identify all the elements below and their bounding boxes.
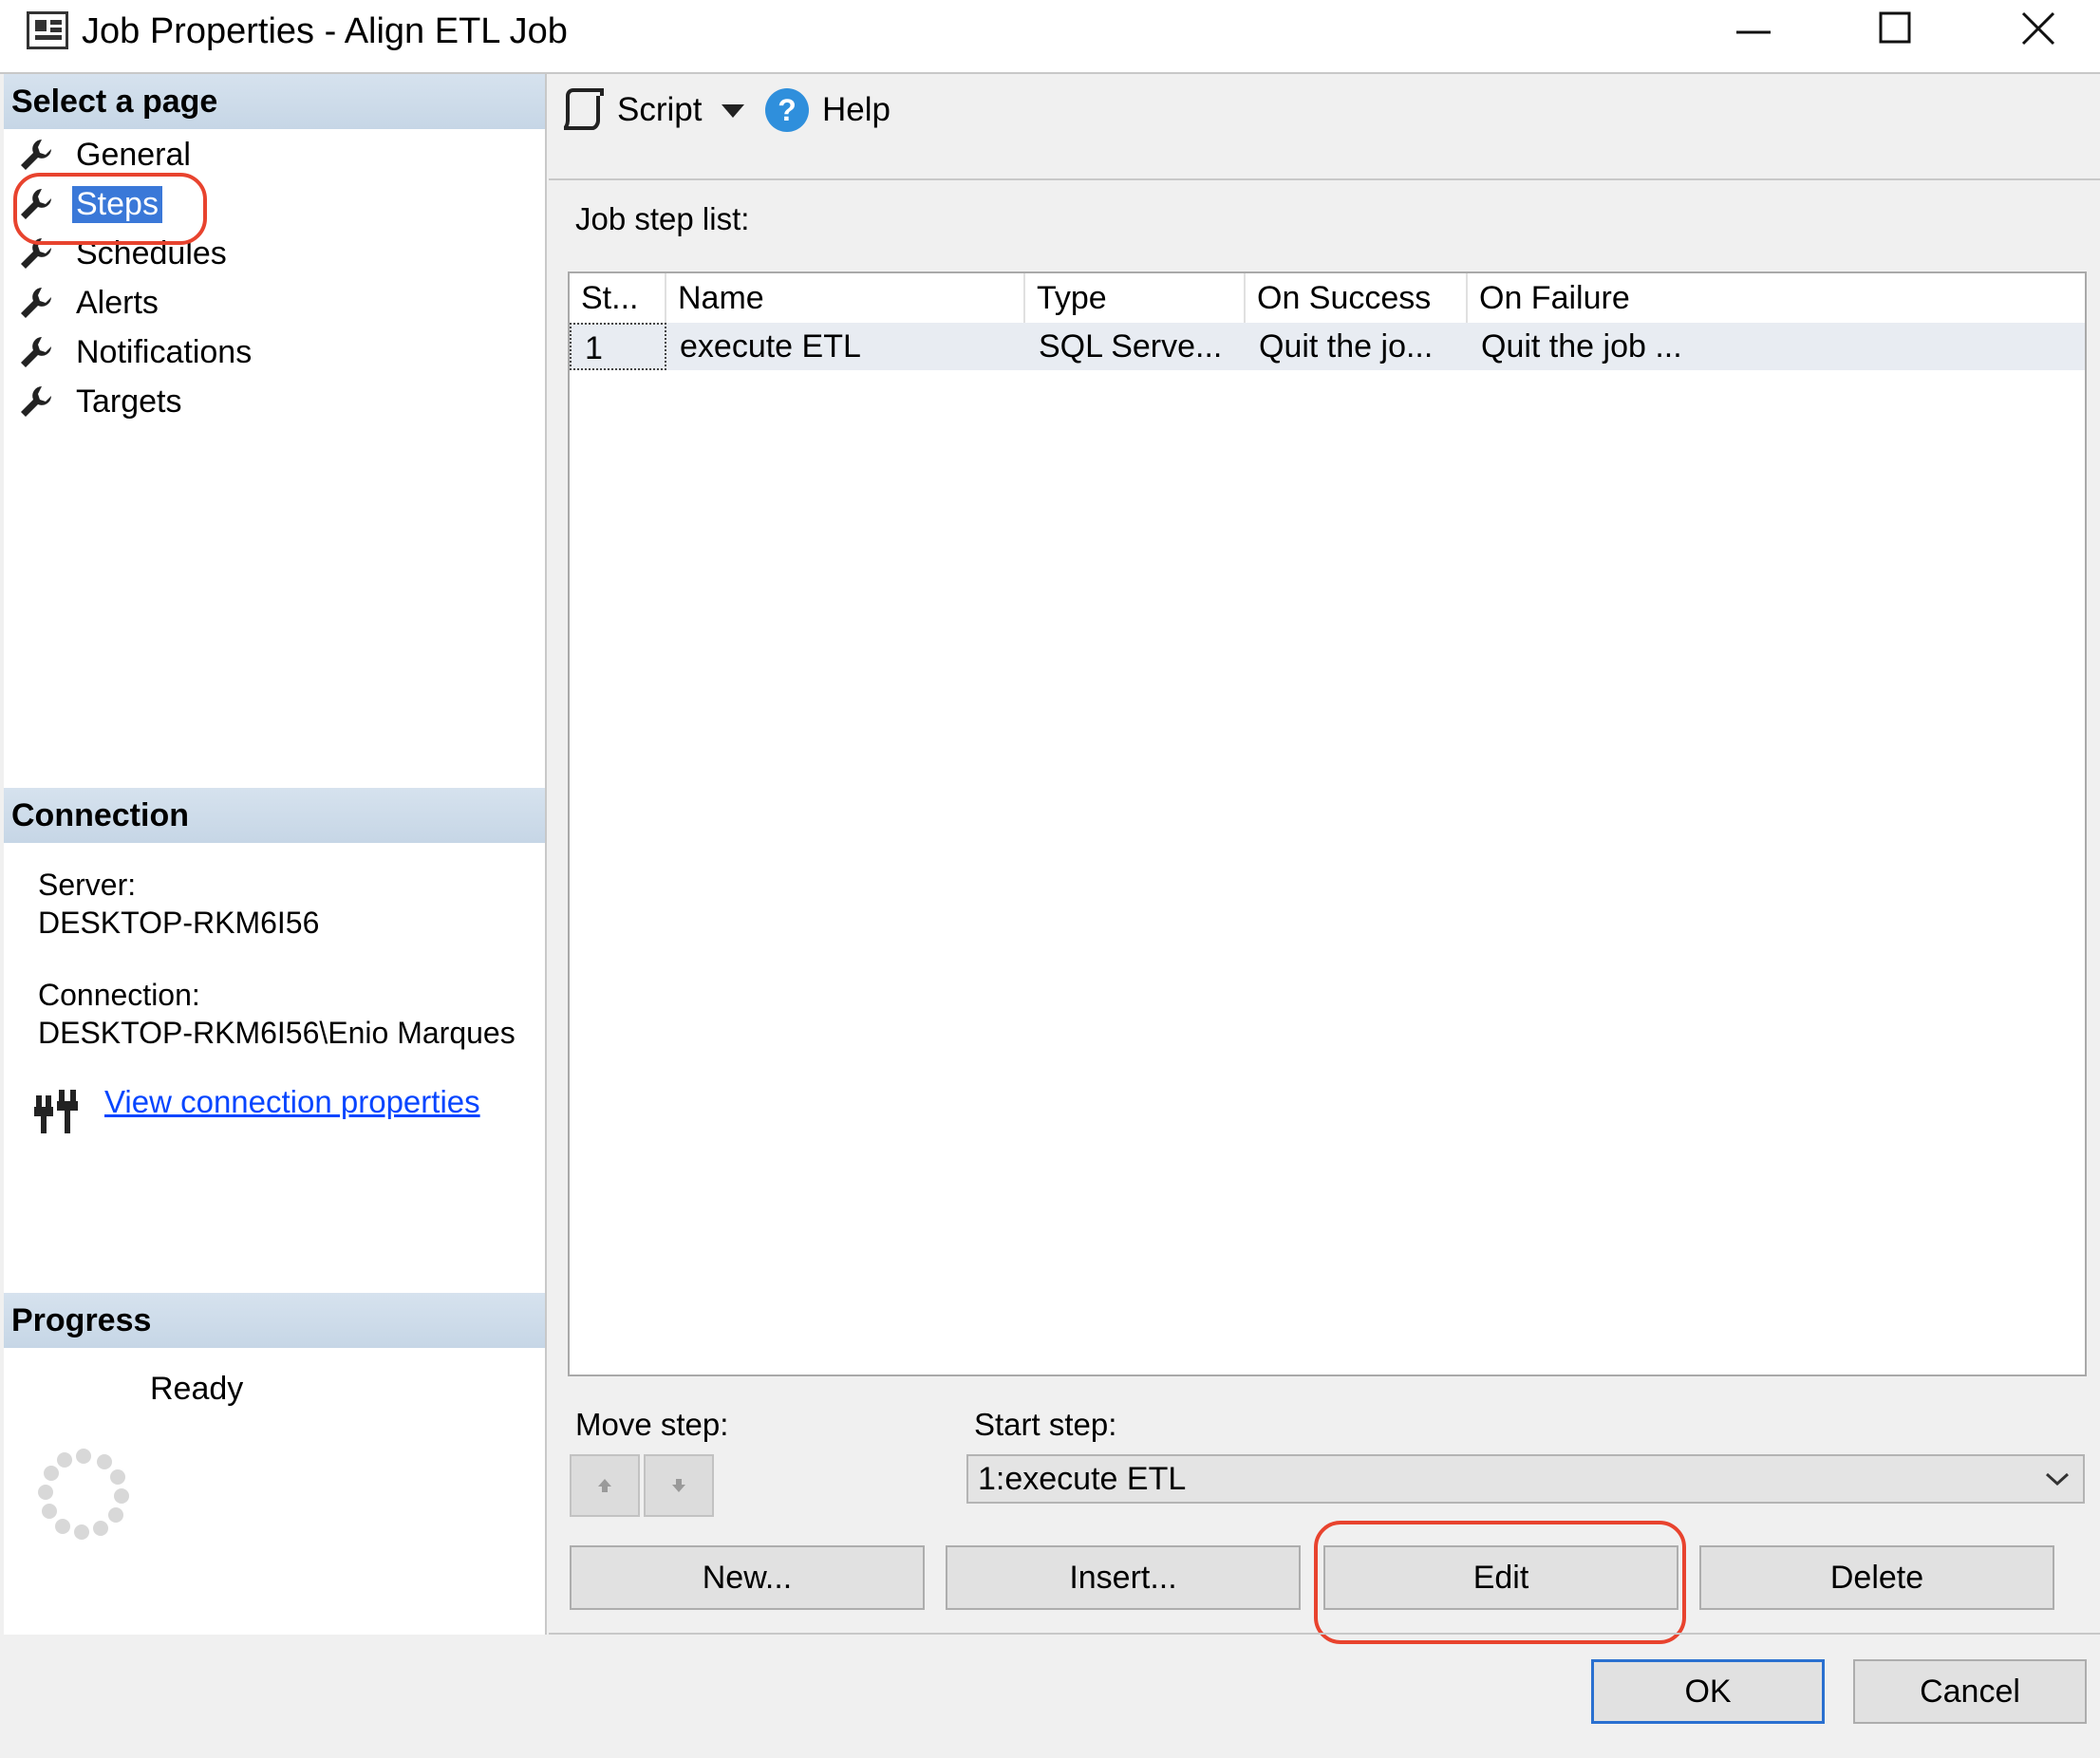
insert-step-button[interactable]: Insert... [946,1545,1301,1610]
cell-type: SQL Serve... [1039,328,1223,365]
cell-name: execute ETL [680,328,861,365]
chevron-down-icon [722,104,744,118]
window-icon [27,11,68,49]
move-step-label: Move step: [575,1407,729,1442]
column-header-type[interactable]: Type [1025,273,1246,323]
page-item-targets[interactable]: Targets [17,378,186,425]
script-label: Script [617,91,703,128]
progress-status: Ready [150,1371,244,1407]
title-bar: Job Properties - Align ETL Job [0,0,2100,74]
progress-header: Progress [4,1293,545,1348]
window-title: Job Properties - Align ETL Job [82,11,568,51]
page-item-label: Notifications [76,333,253,370]
cell-on-success: Quit the jo... [1259,328,1434,365]
column-header-on-failure[interactable]: On Failure [1468,273,1705,323]
maximize-button[interactable] [1825,0,1967,57]
cancel-button[interactable]: Cancel [1853,1659,2087,1724]
close-icon [2021,11,2055,46]
minimize-icon [1736,30,1771,34]
start-step-value: 1:execute ETL [978,1461,1187,1497]
table-row[interactable]: 1 execute ETL SQL Serve... Quit the jo..… [570,323,2085,370]
script-icon [563,88,604,130]
left-panel: Select a page General Steps Schedules Al… [4,74,547,1635]
column-header-step[interactable]: St... [570,273,666,323]
arrow-up-icon [598,1479,611,1492]
page-item-label: General [76,136,191,173]
connection-label: Connection: [38,978,200,1012]
grid-header: St... Name Type On Success On Failure [570,273,2085,323]
maximize-icon [1879,11,1911,44]
ok-button[interactable]: OK [1591,1659,1825,1724]
dialog-button-divider [549,1633,2100,1635]
column-header-name[interactable]: Name [666,273,1025,323]
edit-highlight-annotation [1314,1521,1686,1644]
minimize-button[interactable] [1682,0,1825,57]
script-dropdown-button[interactable] [720,84,746,137]
wrench-icon [21,140,51,170]
job-step-grid[interactable]: St... Name Type On Success On Failure 1 … [568,271,2087,1376]
server-value: DESKTOP-RKM6I56 [38,906,320,940]
svg-text:?: ? [778,93,797,127]
connection-header: Connection [4,788,545,843]
steps-highlight-annotation [13,173,207,245]
help-button[interactable]: ? Help [763,84,891,137]
move-step-up-button[interactable] [570,1454,640,1517]
connection-plug-icon [34,1090,78,1133]
start-step-select[interactable]: 1:execute ETL [966,1454,2085,1504]
script-button[interactable]: Script [562,84,702,137]
new-step-button[interactable]: New... [570,1545,925,1610]
wrench-icon [21,337,51,367]
help-icon: ? [765,88,809,132]
move-step-down-button[interactable] [644,1454,714,1517]
select-page-header: Select a page [4,74,545,129]
page-item-alerts[interactable]: Alerts [17,279,162,327]
cell-step: 1 [570,323,666,370]
page-item-notifications[interactable]: Notifications [17,328,255,376]
delete-step-button[interactable]: Delete [1699,1545,2054,1610]
start-step-label: Start step: [974,1407,1117,1442]
view-connection-properties-link[interactable]: View connection properties [104,1084,480,1120]
wrench-icon [21,386,51,417]
help-label: Help [822,91,891,128]
cell-on-failure: Quit the job ... [1481,328,1682,365]
toolbar-divider [549,178,2100,180]
connection-value: DESKTOP-RKM6I56\Enio Marques [38,1016,516,1050]
server-label: Server: [38,868,137,902]
close-button[interactable] [1967,0,2100,57]
progress-spinner-icon [38,1449,129,1540]
arrow-down-icon [672,1479,685,1492]
chevron-down-icon [2045,1472,2070,1487]
page-item-general[interactable]: General [17,131,195,178]
column-header-on-success[interactable]: On Success [1246,273,1468,323]
page-item-label: Targets [76,383,182,420]
wrench-icon [21,288,51,318]
job-step-list-label: Job step list: [575,201,750,236]
page-item-label: Alerts [76,284,159,321]
